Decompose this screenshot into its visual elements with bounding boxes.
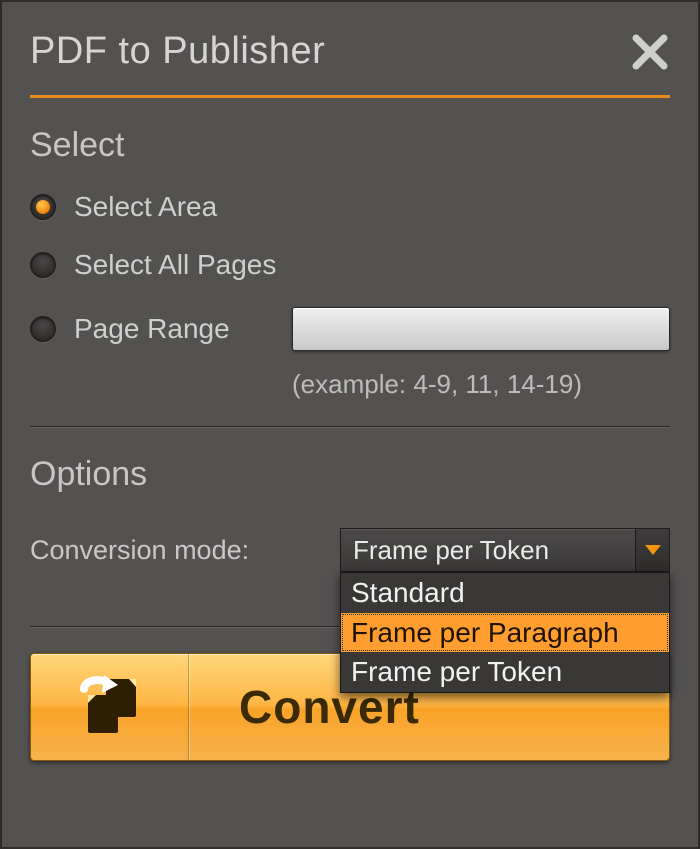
convert-icon-box: [31, 654, 189, 760]
section-divider: [30, 426, 670, 427]
option-row-select-area[interactable]: Select Area: [30, 191, 670, 223]
dropdown-toggle[interactable]: [635, 529, 669, 571]
close-button[interactable]: [630, 32, 670, 72]
chevron-down-icon: [645, 545, 661, 555]
dialog-title: PDF to Publisher: [30, 30, 325, 73]
radio-label: Select All Pages: [74, 249, 276, 281]
close-icon: [630, 32, 670, 72]
radio-label: Page Range: [74, 313, 264, 345]
options-heading: Options: [30, 455, 670, 494]
option-row-select-all-pages[interactable]: Select All Pages: [30, 249, 670, 281]
header-divider: [30, 95, 670, 98]
page-range-example: (example: 4-9, 11, 14-19): [292, 369, 670, 400]
conversion-mode-dropdown[interactable]: Frame per Token: [340, 528, 670, 572]
conversion-mode-menu: Standard Frame per Paragraph Frame per T…: [340, 572, 670, 693]
dropdown-item-frame-per-token[interactable]: Frame per Token: [341, 652, 669, 692]
page-range-input[interactable]: [292, 307, 670, 351]
conversion-mode-value: Frame per Token: [341, 535, 635, 566]
radio-select-all-pages[interactable]: [30, 252, 56, 278]
dialog-header: PDF to Publisher: [30, 30, 670, 73]
dialog-panel: PDF to Publisher Select Select Area Sele…: [0, 0, 700, 849]
conversion-mode-label: Conversion mode:: [30, 535, 249, 566]
conversion-mode-row: Conversion mode: Frame per Token Standar…: [30, 528, 670, 572]
conversion-mode-combo-wrap: Frame per Token Standard Frame per Parag…: [340, 528, 670, 572]
radio-select-area[interactable]: [30, 194, 56, 220]
convert-icon: [74, 675, 146, 739]
dropdown-item-standard[interactable]: Standard: [341, 573, 669, 613]
radio-label: Select Area: [74, 191, 217, 223]
dropdown-item-frame-per-paragraph[interactable]: Frame per Paragraph: [341, 613, 669, 653]
option-row-page-range[interactable]: Page Range: [30, 307, 670, 351]
select-heading: Select: [30, 126, 670, 165]
radio-page-range[interactable]: [30, 316, 56, 342]
